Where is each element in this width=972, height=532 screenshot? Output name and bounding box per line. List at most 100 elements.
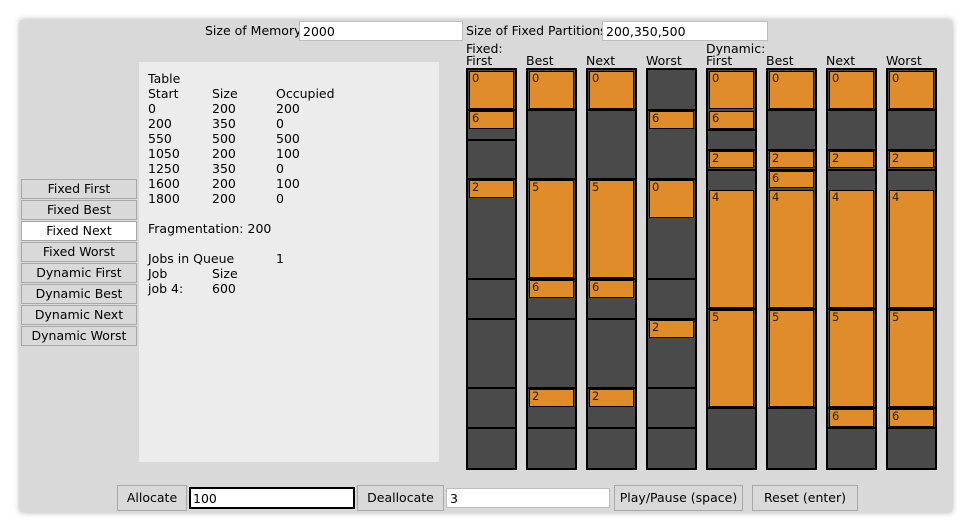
table-cell-occupied: 100: [276, 146, 300, 161]
partition-divider: [528, 317, 575, 320]
table-cell-occupied: 500: [276, 131, 300, 146]
partition-divider: [708, 407, 755, 410]
algorithm-button-fixed-first[interactable]: Fixed First: [21, 179, 137, 199]
partition-divider: [828, 108, 875, 111]
job-block: 6: [469, 110, 514, 129]
job-block: 4: [829, 190, 874, 308]
table-cell-size: 200: [212, 191, 236, 206]
table-cell-start: 200: [148, 116, 172, 131]
algorithm-button-fixed-worst[interactable]: Fixed Worst: [21, 242, 137, 262]
table-cell-size: 200: [212, 146, 236, 161]
job-block: 2: [889, 150, 934, 169]
job-block: 0: [529, 71, 574, 109]
partition-divider: [708, 128, 755, 131]
table-cell-occupied: 0: [276, 116, 284, 131]
job-block: 2: [829, 150, 874, 169]
job-block: 0: [589, 71, 634, 109]
job-block: 0: [829, 71, 874, 109]
memory-column-fixed-first: 06 2: [466, 68, 517, 470]
job-block: 5: [709, 309, 754, 408]
memory-column-dynamic-first: 06 2 45: [706, 68, 757, 470]
partition-divider: [888, 168, 935, 171]
partition-divider: [468, 317, 515, 320]
job-block: 4: [769, 190, 814, 308]
partition-divider: [588, 317, 635, 320]
partition-divider: [648, 427, 695, 430]
job-block: 5: [529, 180, 574, 278]
table-title: Table: [148, 71, 181, 86]
table-header-occupied: Occupied: [276, 86, 335, 101]
allocate-button[interactable]: Allocate: [117, 485, 187, 511]
table-cell-start: 0: [148, 101, 156, 116]
memory-size-label: Size of Memory: [205, 23, 302, 38]
partitions-size-input[interactable]: [602, 21, 768, 41]
queued-job-name: job 4:: [148, 281, 184, 296]
partition-divider: [468, 427, 515, 430]
algorithm-button-dynamic-best[interactable]: Dynamic Best: [21, 284, 137, 304]
job-block: 2: [589, 389, 634, 408]
job-header-job: Job: [148, 266, 168, 281]
job-block: 2: [469, 180, 514, 199]
algorithm-button-dynamic-first[interactable]: Dynamic First: [21, 263, 137, 283]
job-block: 2: [769, 150, 814, 169]
partition-divider: [828, 427, 875, 430]
memory-column-dynamic-best: 0 2645: [766, 68, 817, 470]
algorithm-button-fixed-best[interactable]: Fixed Best: [21, 200, 137, 220]
reset-button[interactable]: Reset (enter): [752, 485, 858, 511]
partition-divider: [588, 108, 635, 111]
job-block: 0: [469, 71, 514, 109]
partition-divider: [468, 138, 515, 141]
partition-divider: [648, 387, 695, 390]
partition-divider: [468, 277, 515, 280]
table-cell-start: 1600: [148, 176, 180, 191]
memory-size-input[interactable]: [299, 21, 463, 41]
job-block: 5: [889, 309, 934, 408]
table-header-size: Size: [212, 86, 238, 101]
allocate-input[interactable]: [189, 487, 355, 509]
job-block: 0: [709, 71, 754, 109]
queue-label: Jobs in Queue: [148, 251, 235, 266]
queue-value: 1: [276, 251, 284, 266]
partition-divider: [528, 108, 575, 111]
table-cell-occupied: 0: [276, 191, 284, 206]
job-block: 2: [529, 389, 574, 408]
partition-divider: [828, 168, 875, 171]
partition-divider: [588, 427, 635, 430]
job-header-size: Size: [212, 266, 238, 281]
algorithm-button-dynamic-next[interactable]: Dynamic Next: [21, 305, 137, 325]
job-block: 0: [769, 71, 814, 109]
job-block: 6: [709, 110, 754, 129]
job-block: 2: [709, 150, 754, 169]
column-title-dynamic-first: First: [706, 53, 733, 68]
simulator-window: Size of Memory Size of Fixed Partitions …: [20, 20, 952, 512]
memory-column-fixed-best: 0 56 2: [526, 68, 577, 470]
job-block: 5: [769, 309, 814, 408]
play-pause-button[interactable]: Play/Pause (space): [614, 485, 743, 511]
table-cell-size: 200: [212, 101, 236, 116]
column-title-fixed-worst: Worst: [646, 53, 682, 68]
column-title-dynamic-next: Next: [826, 53, 856, 68]
algorithm-button-dynamic-worst[interactable]: Dynamic Worst: [21, 326, 137, 346]
job-block: 4: [889, 190, 934, 308]
job-block: 0: [889, 71, 934, 109]
job-block: 0: [649, 180, 694, 219]
memory-column-dynamic-worst: 0 2 456: [886, 68, 937, 470]
job-block: 6: [649, 110, 694, 129]
column-title-fixed-next: Next: [586, 53, 616, 68]
partition-divider: [888, 108, 935, 111]
partitions-size-label: Size of Fixed Partitions: [466, 23, 607, 38]
job-block: 2: [649, 319, 694, 338]
column-title-dynamic-worst: Worst: [886, 53, 922, 68]
partition-divider: [768, 108, 815, 111]
fragmentation-line: Fragmentation: 200: [148, 221, 271, 236]
algorithm-button-fixed-next[interactable]: Fixed Next: [21, 221, 137, 241]
fragmentation-value: 200: [247, 221, 272, 236]
deallocate-button[interactable]: Deallocate: [357, 485, 444, 511]
partition-divider: [648, 277, 695, 280]
partition-divider: [768, 407, 815, 410]
table-cell-start: 1250: [148, 161, 180, 176]
table-cell-occupied: 0: [276, 161, 284, 176]
table-cell-size: 350: [212, 116, 236, 131]
memory-column-fixed-next: 0 56 2: [586, 68, 637, 470]
deallocate-input[interactable]: [446, 488, 610, 508]
